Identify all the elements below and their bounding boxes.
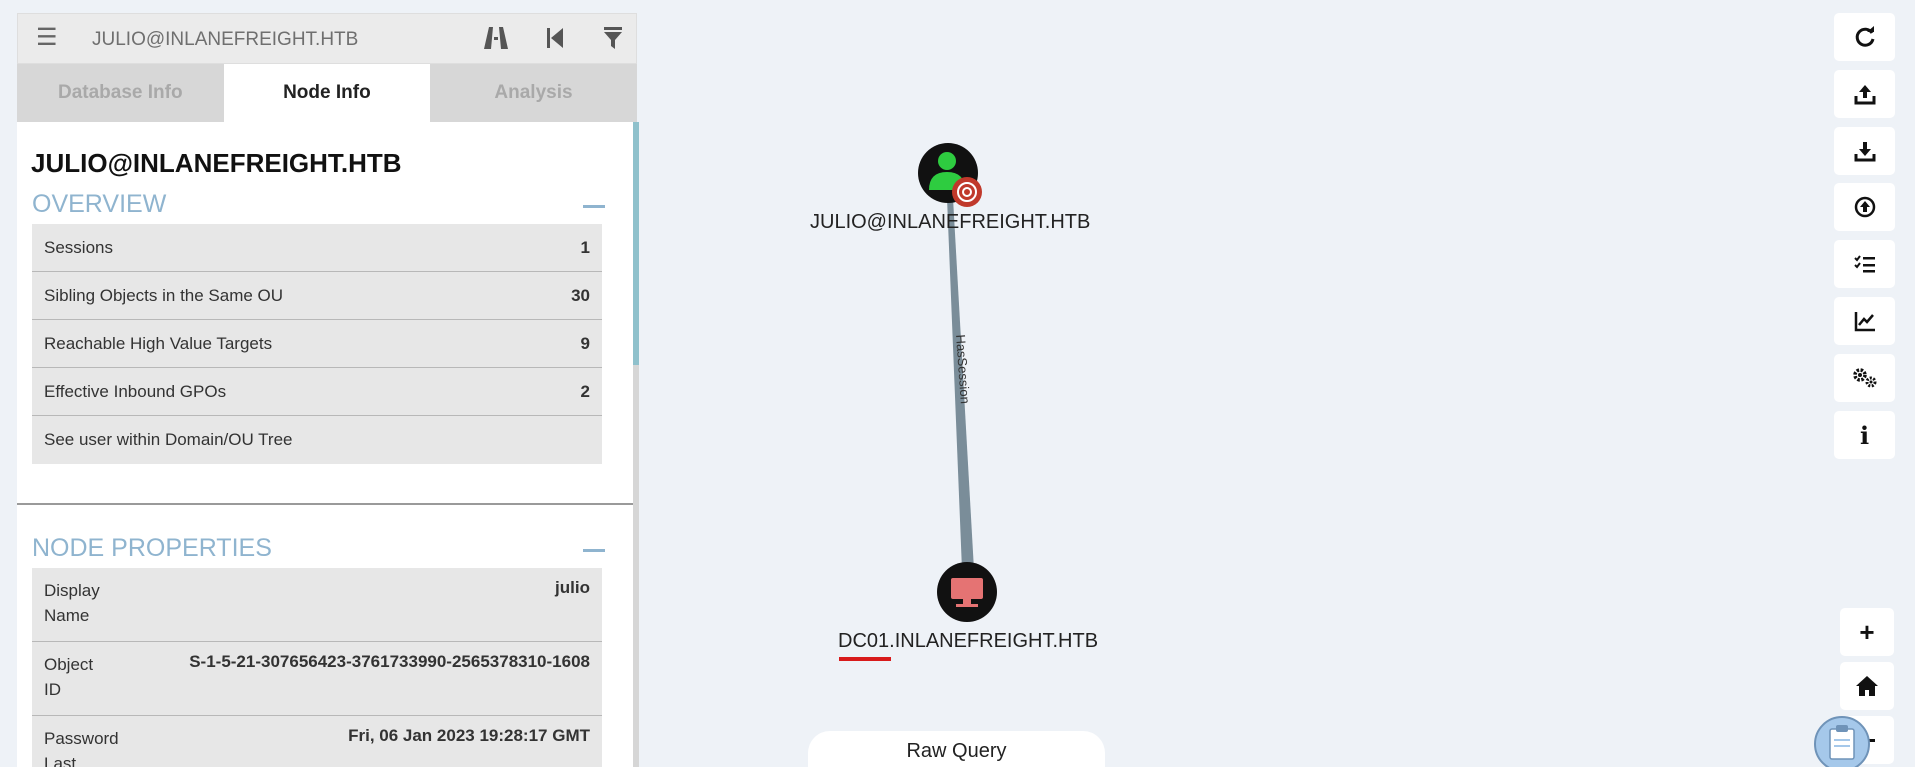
import-icon — [1854, 196, 1875, 218]
raw-query-bar[interactable]: Raw Query — [808, 731, 1105, 767]
chart-button[interactable] — [1834, 297, 1895, 345]
upload-icon — [1854, 85, 1875, 105]
settings-icon — [1852, 368, 1876, 388]
raw-query-label: Raw Query — [906, 740, 1007, 762]
zoom-in-button[interactable]: + — [1840, 608, 1894, 656]
home-icon — [1856, 676, 1878, 696]
settings-button[interactable] — [1834, 354, 1895, 402]
computer-node[interactable] — [937, 562, 997, 622]
upload-button[interactable] — [1834, 70, 1895, 118]
query-list-button[interactable] — [1834, 240, 1895, 288]
download-icon — [1854, 142, 1875, 162]
clipboard-icon[interactable] — [1814, 716, 1874, 767]
chart-icon — [1854, 312, 1875, 332]
zoom-in-icon: + — [1859, 616, 1875, 647]
info-button[interactable]: i — [1834, 411, 1895, 459]
home-button[interactable] — [1840, 662, 1894, 710]
high-value-target-icon — [952, 177, 982, 207]
import-button[interactable] — [1834, 183, 1895, 231]
info-icon: i — [1859, 420, 1870, 450]
computer-node-label: DC01.INLANEFREIGHT.HTB — [838, 630, 1099, 652]
download-button[interactable] — [1834, 127, 1895, 175]
query-list-icon — [1853, 255, 1875, 273]
refresh-icon — [1855, 26, 1874, 47]
user-node-label: JULIO@INLANEFREIGHT.HTB — [810, 211, 1091, 233]
refresh-button[interactable] — [1834, 13, 1895, 61]
selection-underline — [839, 657, 891, 661]
